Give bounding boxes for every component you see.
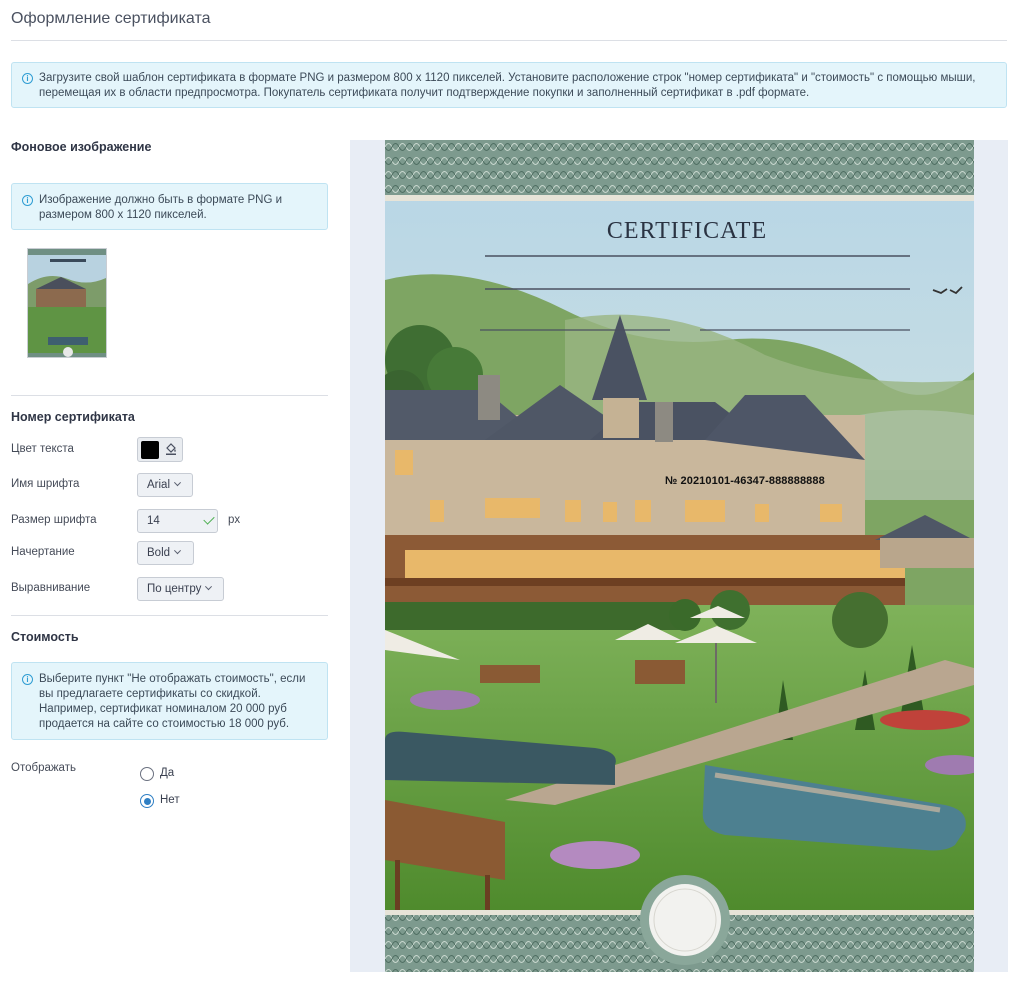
- price-info: i Выберите пункт "Не отображать стоимост…: [11, 662, 328, 740]
- info-icon: i: [22, 674, 33, 685]
- chevron-down-icon: [173, 479, 182, 487]
- chevron-down-icon: [205, 583, 213, 591]
- background-section-title: Фоновое изображение: [11, 140, 152, 154]
- thumbnail-image: [28, 249, 106, 357]
- font-style-select[interactable]: Bold: [137, 541, 194, 565]
- font-size-input[interactable]: 14: [137, 509, 218, 533]
- font-size-label: Размер шрифта: [11, 514, 97, 526]
- radio-no-label: Нет: [160, 794, 180, 806]
- text-color-picker[interactable]: [137, 437, 183, 462]
- info-banner-text: Загрузите свой шаблон сертификата в форм…: [39, 72, 976, 99]
- align-select[interactable]: По центру: [137, 577, 224, 601]
- title-divider: [11, 40, 1007, 41]
- color-swatch: [141, 441, 159, 459]
- background-info: i Изображение должно быть в формате PNG …: [11, 183, 328, 230]
- style-label: Начертание: [11, 546, 75, 558]
- display-label: Отображать: [11, 762, 76, 774]
- check-icon: [203, 513, 215, 525]
- font-name-label: Имя шрифта: [11, 478, 80, 490]
- certificate-preview: CERTIFICATE № 20210101-46347-888888888: [385, 140, 974, 972]
- preview-area[interactable]: CERTIFICATE № 20210101-46347-888888888: [350, 140, 1008, 972]
- price-section-title: Стоимость: [11, 630, 79, 644]
- radio-yes[interactable]: [140, 767, 154, 781]
- cert-number-section-title: Номер сертификата: [11, 410, 135, 424]
- align-label: Выравнивание: [11, 582, 91, 594]
- certificate-background: [385, 140, 974, 972]
- font-name-value: Arial: [147, 479, 171, 491]
- section-divider: [11, 615, 328, 616]
- background-thumbnail[interactable]: [27, 248, 107, 358]
- price-info-text: Выберите пункт "Не отображать стоимость"…: [39, 673, 306, 730]
- section-divider: [11, 395, 328, 396]
- chevron-down-icon: [173, 547, 182, 555]
- radio-yes-label: Да: [160, 767, 175, 779]
- page-title: Оформление сертификата: [11, 10, 211, 27]
- text-color-label: Цвет текста: [11, 443, 74, 455]
- font-style-value: Bold: [147, 547, 171, 559]
- background-info-text: Изображение должно быть в формате PNG и …: [39, 194, 283, 221]
- info-icon: i: [22, 195, 33, 206]
- info-banner: i Загрузите свой шаблон сертификата в фо…: [11, 62, 1007, 108]
- align-value: По центру: [147, 583, 202, 595]
- font-size-value: 14: [147, 515, 160, 527]
- font-name-select[interactable]: Arial: [137, 473, 193, 497]
- certificate-title: CERTIFICATE: [606, 218, 768, 244]
- paint-bucket-icon: [166, 443, 176, 455]
- certificate-number-text[interactable]: № 20210101-46347-888888888: [665, 475, 825, 487]
- radio-no[interactable]: [140, 794, 154, 808]
- info-icon: i: [22, 73, 33, 84]
- font-size-unit: px: [228, 514, 241, 526]
